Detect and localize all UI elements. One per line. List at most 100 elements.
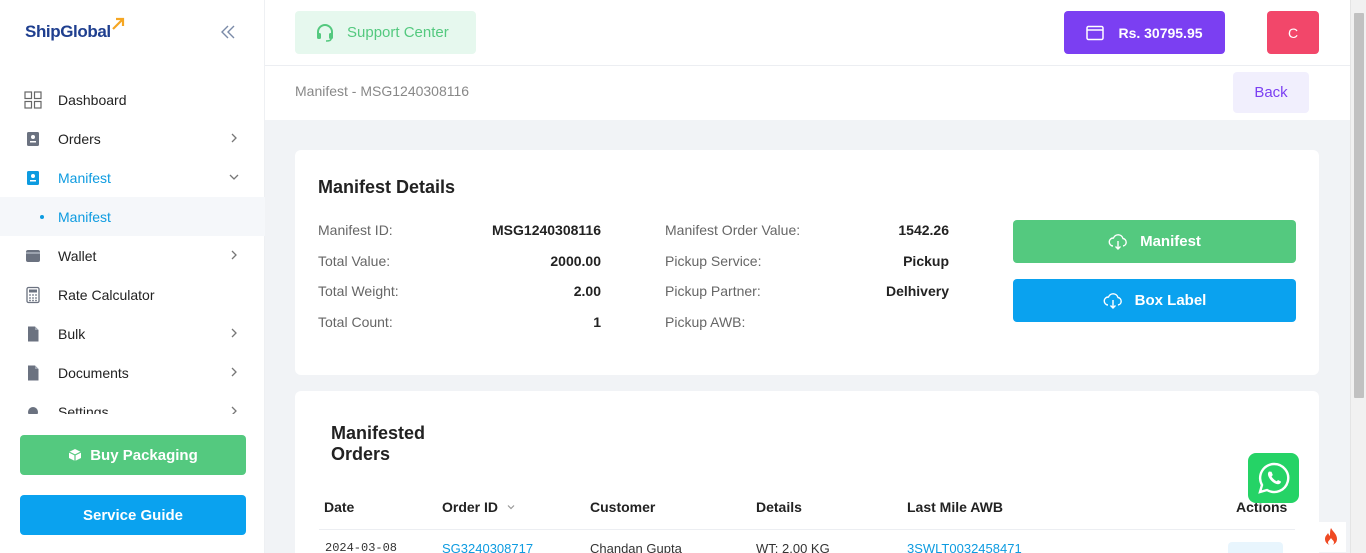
breadcrumb: Manifest - MSG1240308116 bbox=[295, 83, 470, 99]
back-label: Back bbox=[1254, 84, 1288, 101]
cloud-download-icon bbox=[1108, 233, 1127, 250]
manifest-details-card: Manifest Details Manifest ID: MSG1240308… bbox=[295, 150, 1319, 375]
settings-icon bbox=[24, 403, 42, 414]
bulk-icon bbox=[24, 325, 42, 343]
manifest-icon bbox=[24, 169, 42, 187]
sidebar: ShipGlobal Dashboard Orders Manifest Man… bbox=[0, 0, 265, 553]
column-header-date[interactable]: Date bbox=[324, 499, 354, 515]
cell-awb-link[interactable]: 3SWLT0032458471 bbox=[907, 541, 1022, 553]
support-center-button[interactable]: Support Center bbox=[295, 11, 476, 54]
buy-packaging-button[interactable]: Buy Packaging bbox=[20, 435, 246, 475]
chevron-right-icon bbox=[231, 406, 237, 414]
flame-widget[interactable] bbox=[1316, 522, 1346, 552]
chevron-right-icon bbox=[231, 133, 237, 143]
detail-label: Total Count: bbox=[318, 314, 393, 330]
scrollbar-thumb[interactable] bbox=[1354, 13, 1364, 398]
sidebar-subitem-manifest[interactable]: Manifest bbox=[0, 197, 265, 236]
sidebar-item-label: Rate Calculator bbox=[58, 286, 155, 303]
dashboard-icon bbox=[24, 90, 42, 109]
headset-icon bbox=[317, 23, 333, 42]
sidebar-item-documents[interactable]: Documents bbox=[0, 353, 265, 392]
sidebar-item-orders[interactable]: Orders bbox=[0, 119, 265, 158]
wallet-balance-button[interactable]: Rs. 30795.95 bbox=[1064, 11, 1225, 54]
breadcrumb-bar: Manifest - MSG1240308116 Back bbox=[265, 66, 1350, 120]
row-action-button[interactable] bbox=[1228, 542, 1283, 553]
collapse-sidebar-icon[interactable] bbox=[219, 23, 237, 41]
column-header-details[interactable]: Details bbox=[756, 499, 802, 515]
cell-details: WT: 2.00 KG bbox=[756, 541, 830, 553]
bullet-icon bbox=[40, 214, 44, 219]
sidebar-item-label: Settings bbox=[58, 403, 109, 415]
cell-customer: Chandan Gupta bbox=[590, 541, 682, 553]
sidebar-item-dashboard[interactable]: Dashboard bbox=[0, 80, 265, 119]
detail-value: Pickup bbox=[903, 253, 949, 269]
wallet-balance-value: Rs. 30795.95 bbox=[1118, 24, 1203, 41]
whatsapp-chat-button[interactable] bbox=[1248, 453, 1299, 503]
detail-label: Total Weight: bbox=[318, 283, 399, 299]
detail-value: 1542.26 bbox=[898, 222, 949, 238]
top-bar: Support Center Rs. 30795.95 C bbox=[265, 0, 1350, 66]
sidebar-item-label: Orders bbox=[58, 130, 101, 147]
sidebar-item-label: Bulk bbox=[58, 325, 86, 342]
detail-value: MSG1240308116 bbox=[492, 222, 601, 238]
chevron-right-icon bbox=[231, 367, 237, 377]
sidebar-item-bulk[interactable]: Bulk bbox=[0, 314, 265, 353]
download-manifest-label: Manifest bbox=[1140, 233, 1201, 250]
box-icon bbox=[68, 449, 82, 461]
service-guide-label: Service Guide bbox=[82, 506, 184, 524]
logo-arrow-icon bbox=[112, 17, 125, 30]
download-manifest-button[interactable]: Manifest bbox=[1013, 220, 1296, 263]
manifested-orders-card: Manifested Orders Date Order ID Customer… bbox=[295, 391, 1319, 553]
column-header-label: Order ID bbox=[442, 499, 499, 515]
sidebar-item-label: Wallet bbox=[58, 247, 97, 264]
section-title: Manifested Orders bbox=[331, 423, 426, 464]
sidebar-subitem-label: Manifest bbox=[58, 208, 111, 225]
orders-icon bbox=[24, 130, 42, 148]
flame-icon bbox=[1325, 528, 1337, 546]
detail-value: 2000.00 bbox=[550, 253, 601, 269]
logo[interactable]: ShipGlobal bbox=[25, 17, 125, 46]
cell-date: 2024-03-08 bbox=[325, 541, 398, 553]
chevron-right-icon bbox=[231, 328, 237, 338]
chevron-down-icon bbox=[229, 174, 239, 180]
sidebar-nav: Dashboard Orders Manifest Manifest Walle… bbox=[0, 80, 265, 414]
cloud-download-icon bbox=[1103, 292, 1122, 309]
sidebar-item-label: Documents bbox=[58, 364, 129, 381]
wallet-icon bbox=[24, 247, 42, 265]
user-avatar[interactable]: C bbox=[1267, 11, 1319, 54]
wallet-card-icon bbox=[1086, 25, 1105, 40]
buy-packaging-label: Buy Packaging bbox=[90, 446, 198, 464]
column-header-last-mile-awb[interactable]: Last Mile AWB bbox=[907, 499, 1003, 515]
detail-label: Manifest ID: bbox=[318, 222, 393, 238]
service-guide-button[interactable]: Service Guide bbox=[20, 495, 246, 535]
whatsapp-icon bbox=[1257, 462, 1289, 494]
page-scrollbar[interactable] bbox=[1350, 0, 1366, 553]
detail-value: 1 bbox=[593, 314, 601, 330]
logo-text: ShipGlobal bbox=[25, 22, 111, 41]
sidebar-item-label: Dashboard bbox=[58, 91, 127, 108]
sidebar-item-settings[interactable]: Settings bbox=[0, 392, 265, 414]
detail-label: Pickup Partner: bbox=[665, 283, 761, 299]
download-box-label-button[interactable]: Box Label bbox=[1013, 279, 1296, 322]
detail-label: Manifest Order Value: bbox=[665, 222, 801, 238]
sidebar-item-manifest[interactable]: Manifest bbox=[0, 158, 265, 197]
column-header-customer[interactable]: Customer bbox=[590, 499, 655, 515]
documents-icon bbox=[24, 364, 42, 382]
back-button[interactable]: Back bbox=[1233, 72, 1309, 113]
avatar-initial: C bbox=[1287, 24, 1299, 41]
detail-value: Delhivery bbox=[885, 283, 949, 299]
support-center-label: Support Center bbox=[347, 24, 449, 41]
sidebar-item-rate-calculator[interactable]: Rate Calculator bbox=[0, 275, 265, 314]
sort-chevron-icon bbox=[507, 505, 515, 510]
sidebar-item-label: Manifest bbox=[58, 169, 111, 186]
detail-label: Pickup Service: bbox=[665, 253, 762, 269]
column-header-order-id[interactable]: Order ID bbox=[442, 499, 516, 515]
detail-label: Total Value: bbox=[318, 253, 391, 269]
chevron-right-icon bbox=[231, 250, 237, 260]
download-box-label-label: Box Label bbox=[1134, 292, 1207, 309]
cell-order-id-link[interactable]: SG3240308717 bbox=[442, 541, 533, 553]
table-header-divider bbox=[319, 529, 1295, 530]
sidebar-item-wallet[interactable]: Wallet bbox=[0, 236, 265, 275]
detail-label: Pickup AWB: bbox=[665, 314, 746, 330]
detail-value: 2.00 bbox=[573, 283, 601, 299]
